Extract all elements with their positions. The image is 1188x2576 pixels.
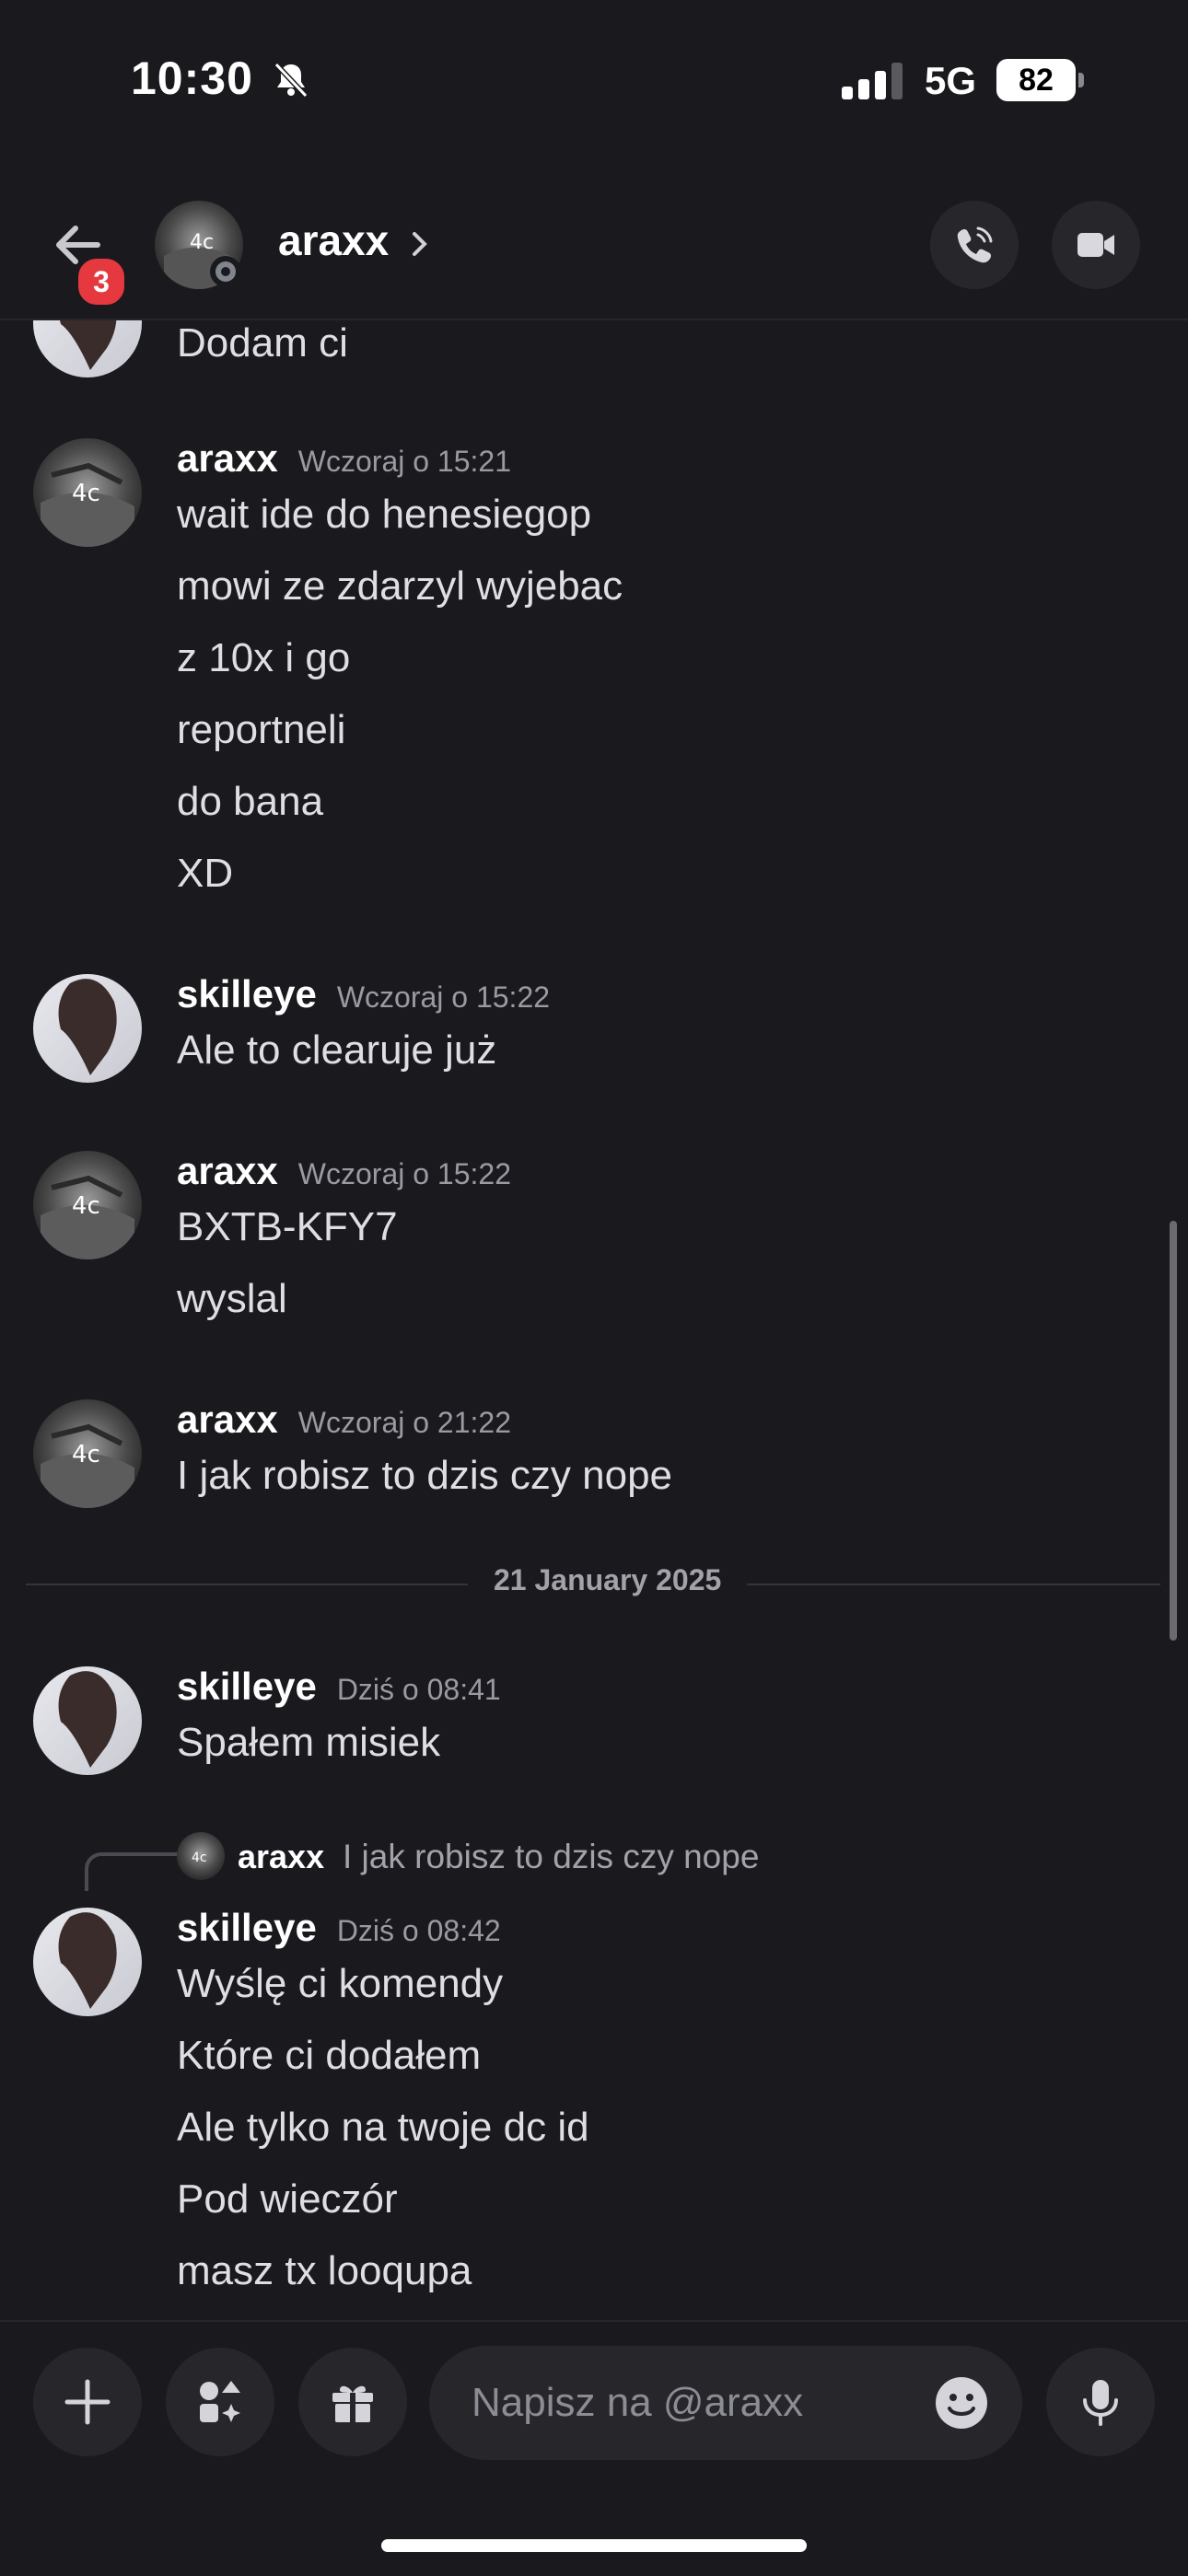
message-text: XD xyxy=(177,851,234,896)
message-text: Ale tylko na twoje dc id xyxy=(177,2105,589,2150)
message-timestamp: Wczoraj o 15:21 xyxy=(297,445,511,478)
status-time: 10:30 xyxy=(131,52,253,104)
avatar[interactable]: 4c xyxy=(33,1151,142,1259)
apps-button[interactable] xyxy=(166,2348,274,2456)
date-divider: 21 January 2025 xyxy=(26,1563,1160,1597)
message-timestamp: Wczoraj o 21:22 xyxy=(297,1406,511,1439)
message-text: masz tx looqupa xyxy=(177,2248,472,2293)
message-text: Pod wieczór xyxy=(177,2176,398,2222)
avatar[interactable] xyxy=(33,1908,142,2016)
message-input[interactable] xyxy=(470,2372,915,2434)
voice-message-button[interactable] xyxy=(1046,2348,1155,2456)
avatar[interactable] xyxy=(33,1666,142,1775)
status-bar: 10:30 5G 82 xyxy=(0,0,1188,166)
message-text: Wyślę ci komendy xyxy=(177,1961,504,2006)
message-text: Spałem misiek xyxy=(177,1720,441,1765)
microphone-icon xyxy=(1083,2380,1118,2426)
avatar[interactable]: 4c xyxy=(33,438,142,547)
date-divider-label: 21 January 2025 xyxy=(468,1563,748,1597)
message-timestamp: Dziś o 08:42 xyxy=(336,1914,501,1947)
signal-icon xyxy=(842,63,903,99)
message-text: do bana xyxy=(177,779,324,824)
scrollbar[interactable] xyxy=(1170,1221,1177,1641)
message-timestamp: Wczoraj o 15:22 xyxy=(297,1157,511,1190)
gift-icon xyxy=(332,2385,373,2422)
message-timestamp: Wczoraj o 15:22 xyxy=(336,981,551,1014)
svg-text:4c: 4c xyxy=(192,1851,207,1865)
reply-connector xyxy=(85,1852,177,1891)
apps-icon xyxy=(200,2381,240,2422)
video-camera-icon xyxy=(1077,233,1114,257)
message-composer xyxy=(0,2320,1188,2576)
contact-name[interactable]: araxx xyxy=(278,215,389,265)
battery-level: 82 xyxy=(996,59,1076,101)
message-author[interactable]: skilleye Dziś o 08:42 xyxy=(177,1906,501,1950)
message-text: BXTB-KFY7 xyxy=(177,1204,398,1249)
message-text: Dodam ci xyxy=(177,320,348,366)
phone-icon xyxy=(957,226,993,263)
message-text: Ale to clearuje już xyxy=(177,1027,497,1073)
reply-preview[interactable]: I jak robisz to dzis czy nope xyxy=(343,1838,759,1876)
avatar[interactable] xyxy=(33,974,142,1083)
add-attachment-button[interactable] xyxy=(33,2348,142,2456)
offline-status-icon xyxy=(210,256,241,287)
message-author[interactable]: skilleye Wczoraj o 15:22 xyxy=(177,972,550,1016)
message-input-container[interactable] xyxy=(429,2346,1022,2460)
message-author[interactable]: araxx Wczoraj o 15:22 xyxy=(177,1149,511,1193)
avatar[interactable] xyxy=(33,319,142,377)
message-list[interactable]: Dodam ci 4c araxx Wczoraj o 15:21 wait id… xyxy=(0,319,1188,2320)
svg-text:4c: 4c xyxy=(72,1441,100,1468)
reply-avatar: 4c xyxy=(177,1832,225,1880)
message-text: wyslal xyxy=(177,1276,287,1321)
message-author[interactable]: skilleye Dziś o 08:41 xyxy=(177,1665,501,1709)
voice-call-button[interactable] xyxy=(930,201,1019,289)
avatar[interactable]: 4c xyxy=(33,1399,142,1508)
svg-text:4c: 4c xyxy=(72,1192,100,1220)
network-label: 5G xyxy=(925,59,977,102)
message-text: reportneli xyxy=(177,707,346,752)
gift-button[interactable] xyxy=(298,2348,407,2456)
emoji-icon[interactable] xyxy=(934,2375,989,2431)
message-text: Które ci dodałem xyxy=(177,2033,482,2078)
message-author[interactable]: araxx Wczoraj o 15:21 xyxy=(177,436,511,481)
chevron-right-icon[interactable] xyxy=(411,228,429,260)
message-text: mowi ze zdarzyl wyjebac xyxy=(177,563,623,609)
plus-icon xyxy=(64,2379,111,2425)
home-indicator[interactable] xyxy=(381,2539,807,2552)
reply-author[interactable]: araxx xyxy=(238,1838,324,1876)
svg-text:4c: 4c xyxy=(72,480,100,507)
message-text: wait ide do henesiegop xyxy=(177,492,592,537)
video-call-button[interactable] xyxy=(1052,201,1140,289)
svg-text:4c: 4c xyxy=(190,231,214,254)
message-text: z 10x i go xyxy=(177,635,351,680)
message-author[interactable]: araxx Wczoraj o 21:22 xyxy=(177,1398,511,1442)
message-text: I jak robisz to dzis czy nope xyxy=(177,1453,673,1498)
chat-header: 3 4c araxx xyxy=(0,184,1188,320)
unread-badge: 3 xyxy=(74,254,129,309)
battery-icon: 82 xyxy=(996,59,1085,101)
bell-muted-icon xyxy=(274,62,309,99)
message-timestamp: Dziś o 08:41 xyxy=(336,1673,501,1706)
